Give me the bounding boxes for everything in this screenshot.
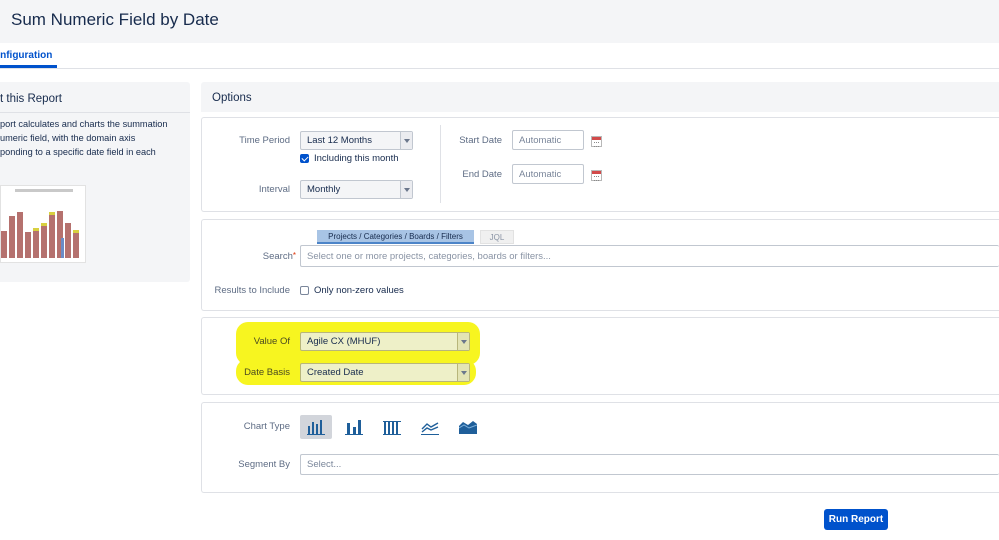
about-description-line: ponding to a specific date field in each (0, 147, 156, 157)
preview-chart (1, 189, 79, 258)
tab-projects-categories-boards-filters[interactable]: Projects / Categories / Boards / Filters (317, 230, 474, 244)
chart-type-line-button[interactable] (414, 415, 446, 439)
chart-type-stacked-bar-button[interactable] (338, 415, 370, 439)
preview-bar-segment (49, 212, 55, 215)
including-month-label: Including this month (314, 153, 399, 164)
stacked-bar-chart-icon (345, 420, 363, 435)
calendar-icon[interactable] (591, 136, 602, 147)
value-of-select[interactable]: Agile CX (MHUF) (300, 332, 470, 351)
chart-type-bar-button[interactable] (300, 415, 332, 439)
preview-bar (41, 226, 47, 258)
preview-bar-segment (33, 228, 39, 231)
value-of-value: Agile CX (MHUF) (307, 336, 381, 347)
non-zero-checkbox[interactable] (300, 286, 309, 295)
preview-bar (17, 212, 23, 258)
search-label: Search* (230, 251, 296, 262)
start-date-label: Start Date (459, 135, 502, 146)
tab-bar: onfiguration (0, 43, 999, 69)
time-period-label: Time Period (239, 135, 290, 146)
segment-by-select[interactable]: Select... (300, 454, 999, 475)
divider (0, 112, 190, 113)
line-chart-icon (421, 422, 439, 435)
time-period-value: Last 12 Months (307, 135, 372, 146)
segment-by-label: Segment By (238, 459, 290, 470)
tab-active-indicator (0, 65, 57, 68)
options-header: Options (201, 82, 999, 112)
report-preview-image (0, 185, 86, 263)
preview-bar-segment (73, 230, 79, 233)
about-description-line: port calculates and charts the summation (0, 119, 168, 129)
preview-bar-segment (41, 223, 47, 226)
chart-type-grouped-bar-button[interactable] (376, 415, 408, 439)
start-date-placeholder: Automatic (519, 135, 562, 146)
options-title: Options (212, 92, 252, 104)
chevron-down-icon (457, 364, 469, 381)
preview-title-placeholder (15, 189, 73, 192)
preview-bar (49, 215, 55, 258)
about-description: port calculates and charts the summation… (0, 117, 190, 159)
page-header: Sum Numeric Field by Date (0, 0, 999, 43)
chevron-down-icon (400, 132, 412, 149)
date-basis-select[interactable]: Created Date (300, 363, 470, 382)
segment-by-placeholder: Select... (307, 459, 342, 470)
preview-bar (25, 232, 31, 258)
value-of-label: Value Of (253, 336, 290, 347)
preview-bar-segment (61, 238, 64, 258)
grouped-bar-chart-icon (383, 421, 401, 435)
required-marker: * (292, 251, 296, 260)
preview-bar (9, 216, 15, 258)
about-title: t this Report (0, 93, 62, 105)
chevron-down-icon (457, 333, 469, 350)
time-period-select[interactable]: Last 12 Months (300, 131, 413, 150)
calendar-icon[interactable] (591, 170, 602, 181)
search-input[interactable]: Select one or more projects, categories,… (300, 245, 999, 267)
tab-configuration[interactable]: onfiguration (0, 50, 52, 61)
date-basis-value: Created Date (307, 367, 364, 378)
preview-bar (1, 231, 7, 258)
preview-bar (73, 233, 79, 258)
preview-bar (33, 231, 39, 258)
search-placeholder: Select one or more projects, categories,… (307, 251, 551, 262)
chart-type-label: Chart Type (243, 421, 290, 432)
non-zero-label: Only non-zero values (314, 285, 404, 296)
interval-label: Interval (258, 184, 290, 195)
search-label-text: Search (262, 251, 293, 262)
interval-value: Monthly (307, 184, 341, 195)
including-month-checkbox[interactable] (300, 154, 309, 163)
run-report-button[interactable]: Run Report (824, 509, 888, 530)
start-date-input[interactable]: Automatic (512, 130, 584, 150)
area-chart-icon (459, 421, 477, 434)
results-to-include-label: Results to Include (214, 285, 290, 296)
end-date-label: End Date (462, 169, 502, 180)
chevron-down-icon (400, 181, 412, 198)
page-title: Sum Numeric Field by Date (11, 10, 219, 29)
chart-type-area-button[interactable] (452, 415, 484, 439)
about-description-line: umeric field, with the domain axis (0, 133, 136, 143)
tab-jql[interactable]: JQL (480, 230, 514, 244)
date-basis-label: Date Basis (244, 367, 290, 378)
end-date-placeholder: Automatic (519, 169, 562, 180)
end-date-input[interactable]: Automatic (512, 164, 584, 184)
preview-bar (65, 223, 71, 258)
interval-select[interactable]: Monthly (300, 180, 413, 199)
bar-chart-icon (307, 420, 325, 435)
